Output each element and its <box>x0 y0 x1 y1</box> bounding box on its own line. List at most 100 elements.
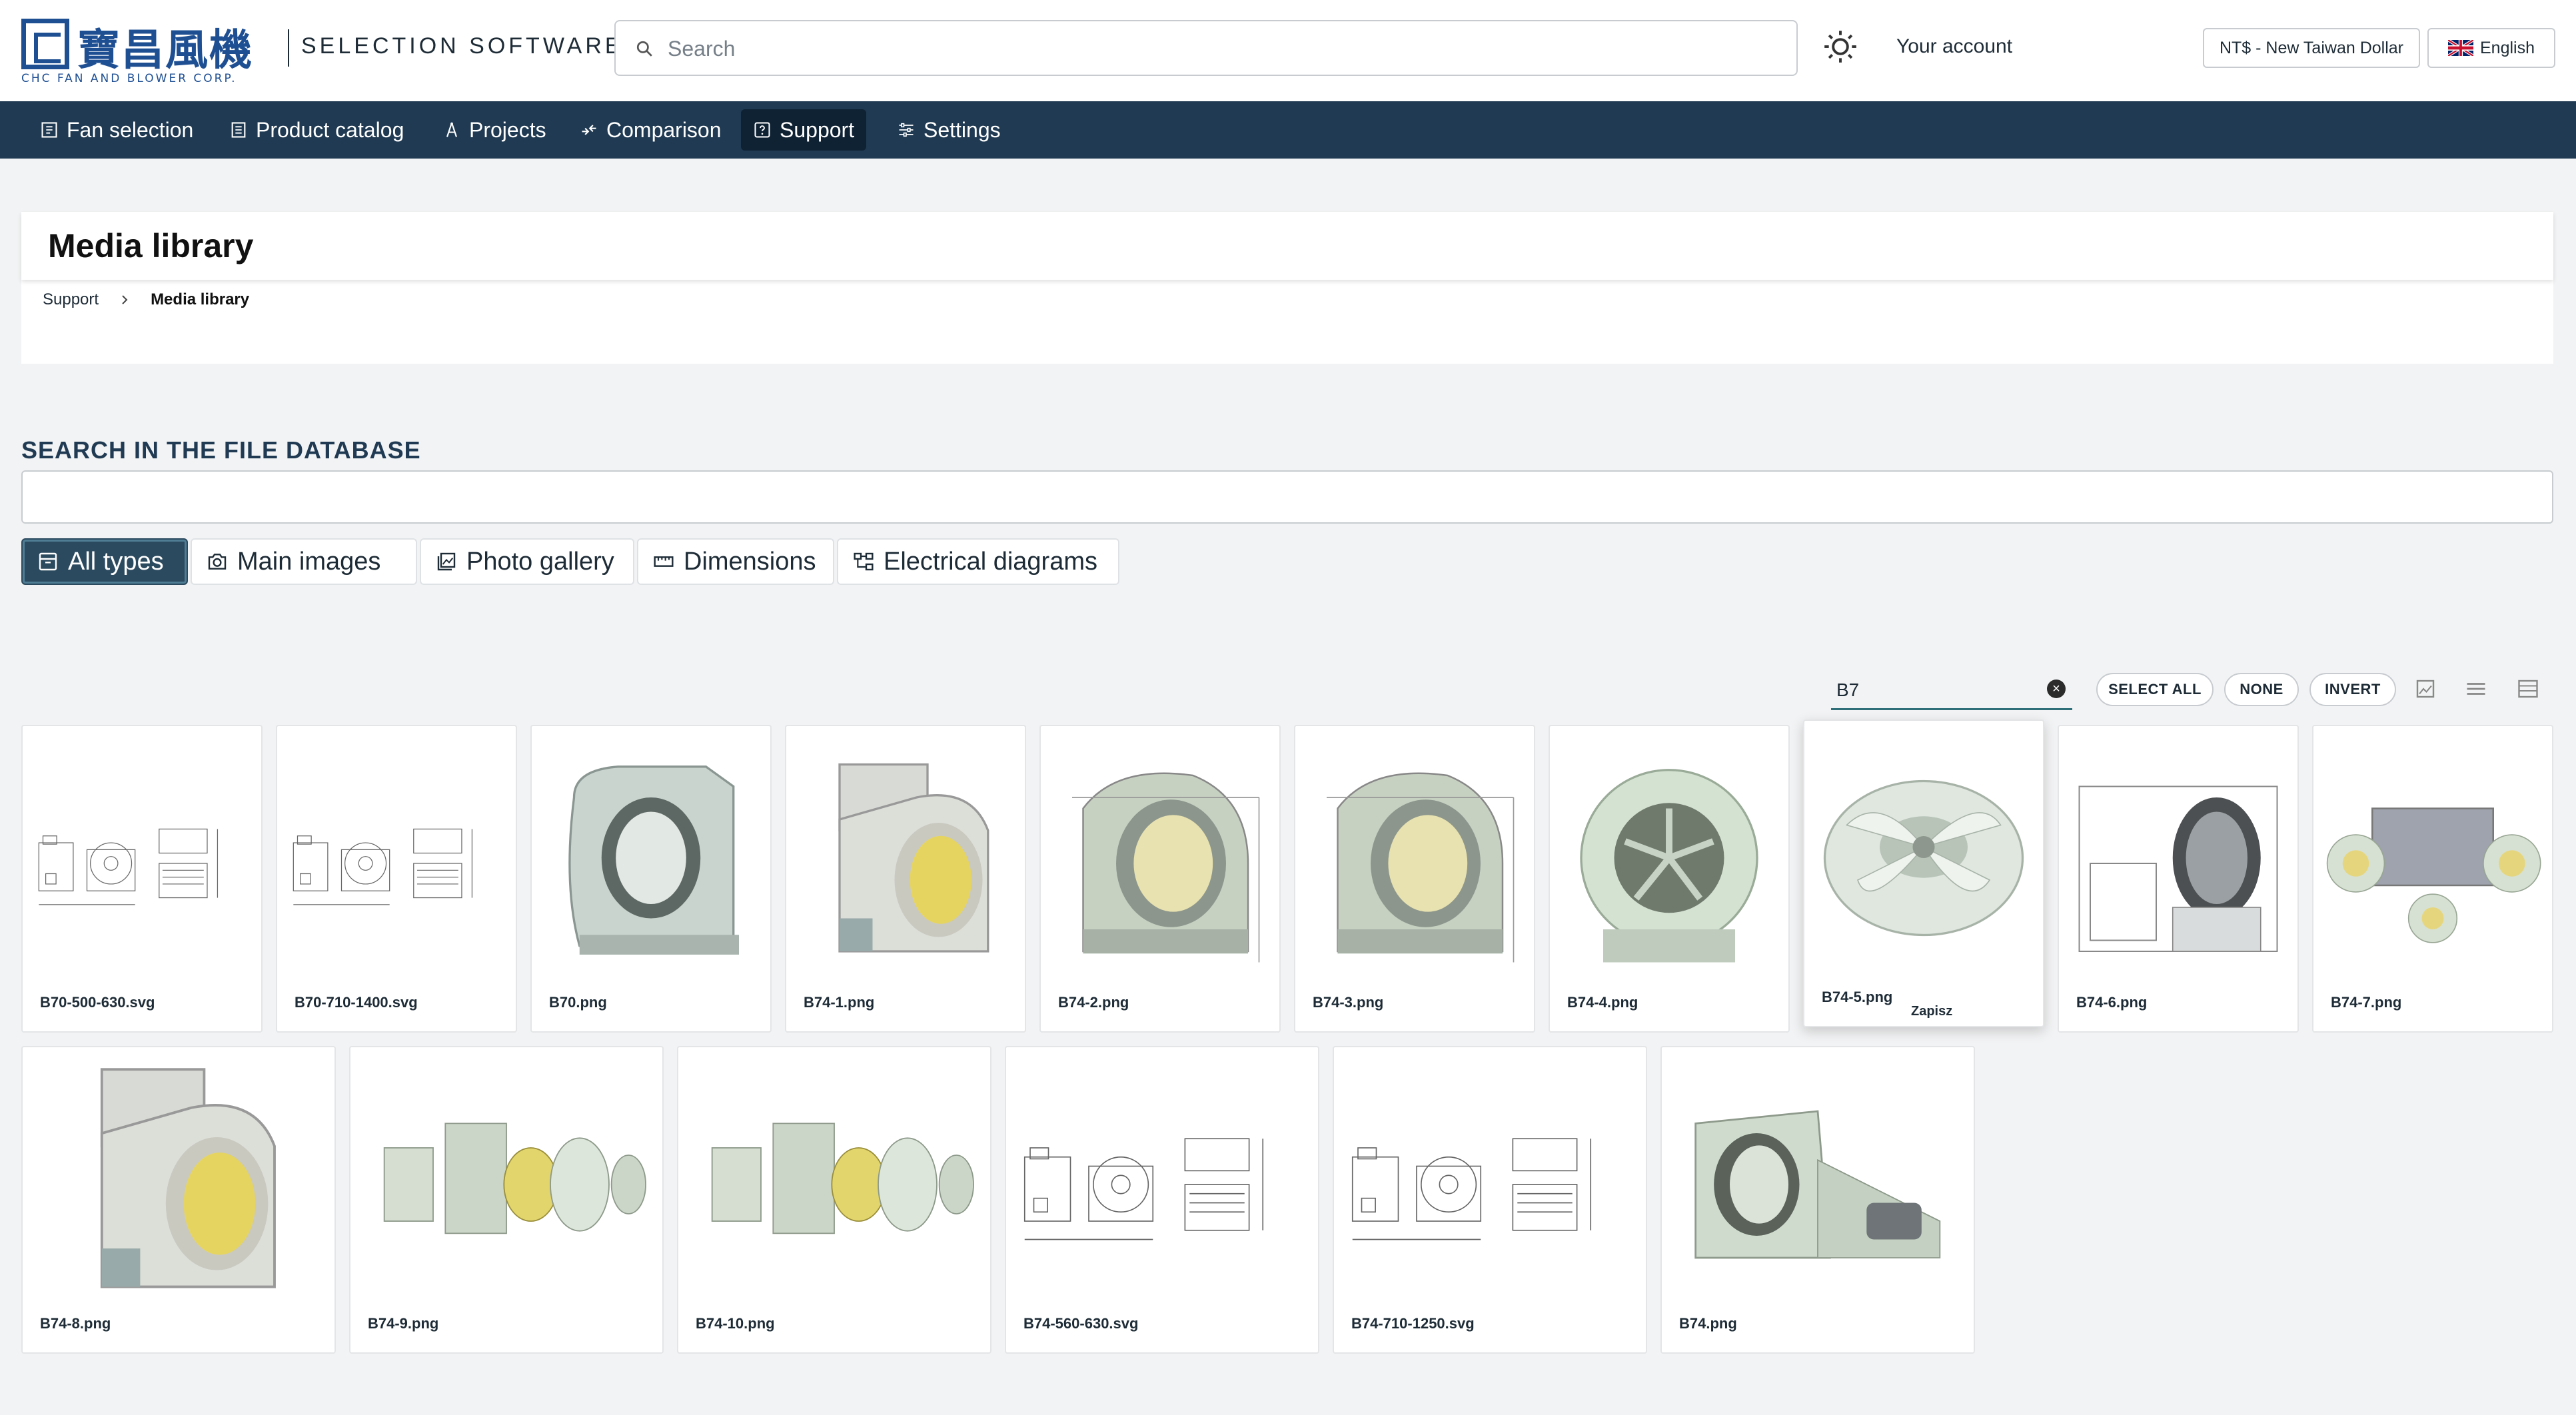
diagram-icon <box>854 552 874 571</box>
file-name: B74-9.png <box>368 1315 439 1332</box>
list-view-icon[interactable] <box>2464 677 2488 701</box>
language-button[interactable]: English <box>2427 28 2555 68</box>
clear-icon[interactable]: × <box>2047 680 2066 698</box>
logo-chinese-name: 寶昌風機 <box>77 25 253 75</box>
file-card[interactable]: B70.png <box>530 725 772 1033</box>
nav-support[interactable]: Support <box>741 109 867 151</box>
nav-product-catalog[interactable]: Product catalog <box>217 109 416 151</box>
nav-projects[interactable]: Projects <box>430 109 558 151</box>
breadcrumb-support[interactable]: Support <box>43 290 99 309</box>
file-card[interactable]: B74-5.png Zapisz <box>1803 719 2044 1027</box>
nav-label: Support <box>780 117 855 142</box>
sliders-icon <box>899 123 914 137</box>
file-thumbnail <box>1814 730 2034 986</box>
nav-comparison[interactable]: Comparison <box>568 109 734 151</box>
breadcrumb-media-library: Media library <box>151 290 250 308</box>
file-name: B74-8.png <box>40 1315 111 1332</box>
file-thumbnail <box>1015 1057 1309 1312</box>
file-name: B74-3.png <box>1313 994 1384 1011</box>
file-name: B70-710-1400.svg <box>295 994 418 1011</box>
book-icon <box>231 122 246 138</box>
file-name: B74-6.png <box>2076 994 2148 1011</box>
page-header-card: Media library Support Media library <box>21 212 2553 364</box>
filter-photo-gallery[interactable]: Photo gallery <box>420 538 634 585</box>
file-name: B74.png <box>1679 1315 1737 1332</box>
file-thumbnail <box>1343 1057 1636 1312</box>
file-card[interactable]: B74-3.png <box>1294 725 1535 1033</box>
nav-label: Fan selection <box>67 117 194 142</box>
file-card[interactable]: B74-1.png <box>785 725 1026 1033</box>
database-search-input[interactable] <box>21 470 2553 524</box>
file-name: B74-1.png <box>804 994 875 1011</box>
database-search-heading: SEARCH IN THE FILE DATABASE <box>21 436 421 464</box>
currency-button[interactable]: NT$ - New Taiwan Dollar <box>2203 28 2420 68</box>
global-search[interactable] <box>614 20 1798 76</box>
file-thumbnail <box>32 1057 325 1312</box>
file-name: B70.png <box>549 994 607 1011</box>
file-thumbnail <box>287 735 506 991</box>
file-card[interactable]: B74-10.png <box>677 1046 991 1354</box>
nav-fan-selection[interactable]: Fan selection <box>28 109 205 151</box>
file-thumbnail <box>1559 735 1779 991</box>
nav-label: Comparison <box>606 117 722 142</box>
file-name: B70-500-630.svg <box>40 994 155 1011</box>
file-card[interactable]: B74-8.png <box>21 1046 336 1354</box>
file-card[interactable]: B74-7.png <box>2312 725 2553 1033</box>
company-logo[interactable]: 寶昌風機 CHC FAN AND BLOWER CORP. <box>21 19 261 85</box>
name-filter-field[interactable]: × <box>1831 673 2072 710</box>
file-card[interactable]: B70-710-1400.svg <box>276 725 517 1033</box>
search-icon <box>636 41 652 57</box>
filter-label: Electrical diagrams <box>884 547 1097 576</box>
invert-selection-button[interactable]: INVERT <box>2309 673 2396 706</box>
file-name: B74-560-630.svg <box>1023 1315 1139 1332</box>
help-icon <box>754 122 770 138</box>
nav-settings[interactable]: Settings <box>885 109 1013 151</box>
file-card[interactable]: B74-6.png <box>2058 725 2299 1033</box>
file-card[interactable]: B74-710-1250.svg <box>1333 1046 1647 1354</box>
name-filter-input[interactable] <box>1836 677 2036 704</box>
file-thumbnail <box>541 735 761 991</box>
file-card[interactable]: B74-4.png <box>1549 725 1790 1033</box>
gallery-icon <box>437 552 456 571</box>
nav-label: Product catalog <box>256 117 404 142</box>
sun-icon[interactable] <box>1823 29 1858 64</box>
language-label: English <box>2480 38 2535 57</box>
app-name: SELECTION SOFTWARE <box>301 33 624 59</box>
file-name: B74-5.png <box>1822 989 1893 1005</box>
filter-label: All types <box>68 547 164 576</box>
file-card[interactable]: B74-2.png <box>1039 725 1281 1033</box>
file-name: B74-10.png <box>696 1315 775 1332</box>
compare-icon <box>582 125 596 135</box>
file-card[interactable]: B70-500-630.svg <box>21 725 263 1033</box>
filter-label: Photo gallery <box>466 547 614 576</box>
select-none-button[interactable]: NONE <box>2224 673 2299 706</box>
file-thumbnail <box>1305 735 1525 991</box>
file-thumbnail <box>32 735 252 991</box>
file-card[interactable]: B74-9.png <box>349 1046 664 1354</box>
image-view-icon[interactable] <box>2413 677 2437 701</box>
file-card[interactable]: B74-560-630.svg <box>1005 1046 1319 1354</box>
nav-label: Projects <box>469 117 546 142</box>
archive-icon <box>39 552 57 571</box>
table-view-icon[interactable] <box>2516 677 2540 701</box>
breadcrumb: Support Media library <box>43 290 249 309</box>
camera-icon <box>208 554 227 570</box>
select-all-button[interactable]: SELECT ALL <box>2096 673 2214 706</box>
account-link[interactable]: Your account <box>1896 35 2012 58</box>
filter-dimensions[interactable]: Dimensions <box>637 538 834 585</box>
file-name: B74-7.png <box>2331 994 2402 1011</box>
file-card[interactable]: B74.png <box>1660 1046 1975 1354</box>
file-thumbnail <box>360 1057 653 1312</box>
file-thumbnail <box>2068 735 2288 991</box>
compass-icon <box>446 122 457 137</box>
uk-flag-icon <box>2448 40 2473 56</box>
search-input[interactable] <box>668 33 1774 64</box>
filter-main-images[interactable]: Main images <box>191 538 417 585</box>
file-name: B74-4.png <box>1567 994 1638 1011</box>
file-thumbnail <box>688 1057 981 1312</box>
filter-all-types[interactable]: All types <box>21 538 188 585</box>
file-thumbnail <box>1050 735 1270 991</box>
filter-electrical-diagrams[interactable]: Electrical diagrams <box>837 538 1119 585</box>
header-divider <box>288 29 289 67</box>
ruler-icon <box>654 556 674 567</box>
